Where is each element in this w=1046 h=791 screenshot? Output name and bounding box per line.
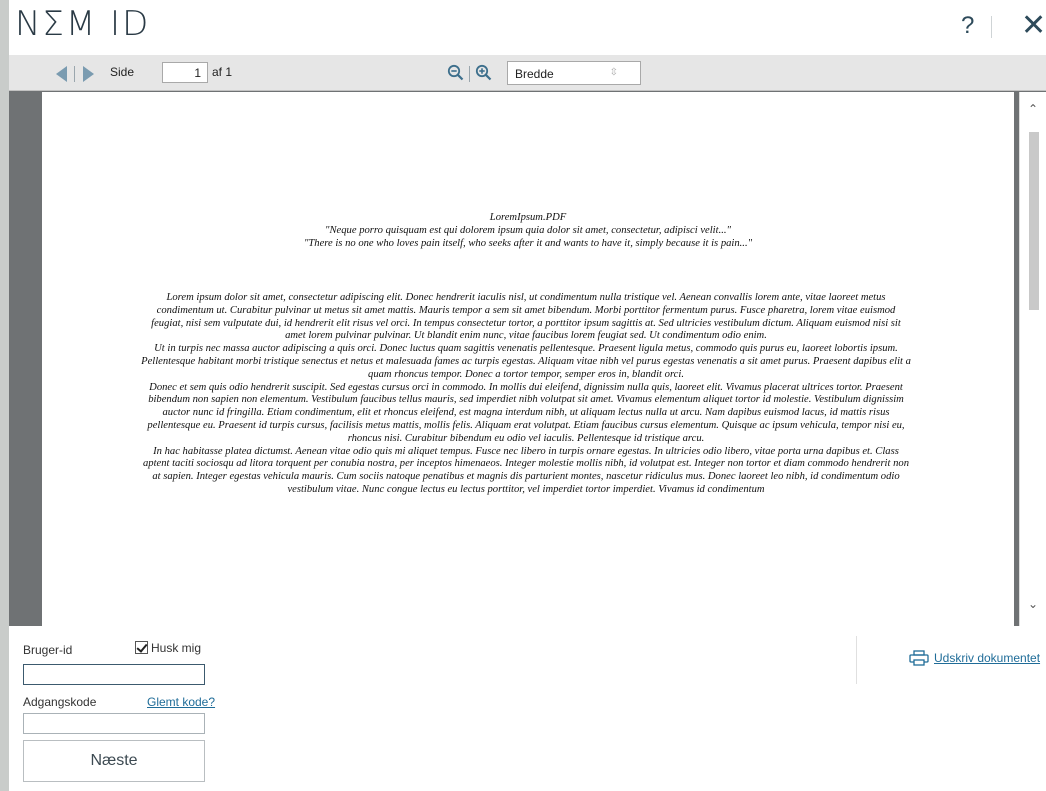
header: NΣM ID ? ✕ <box>9 0 1046 50</box>
next-page-icon[interactable] <box>83 66 94 82</box>
remember-me-checkbox[interactable]: Husk mig <box>135 641 201 655</box>
login-panel: Bruger-id Husk mig Adgangskode Glemt kod… <box>9 626 1046 791</box>
select-caret-icon: ⇳ <box>609 67 618 78</box>
password-label: Adgangskode <box>23 695 97 709</box>
viewer-toolbar: Side 1 af 1 Bredde ⇳ <box>9 55 1046 91</box>
scroll-up-icon[interactable]: ⌃ <box>1028 102 1038 116</box>
page-label: Side <box>110 65 135 79</box>
document-scrollbar[interactable]: ⌃ ⌄ <box>1019 92 1046 626</box>
scrollbar-thumb[interactable] <box>1029 132 1039 310</box>
pdf-page: LoremIpsum.PDF "Neque porro quisquam est… <box>42 92 1014 626</box>
checkbox-checked-icon[interactable] <box>135 641 148 654</box>
page-count-label: af 1 <box>212 65 233 79</box>
zoom-in-icon[interactable] <box>475 64 493 87</box>
print-document-label: Udskriv dokumentet <box>934 651 1041 665</box>
header-divider <box>991 16 992 38</box>
next-button[interactable]: Næste <box>23 740 205 782</box>
document-paragraph: In hac habitasse platea dictumst. Aenean… <box>142 445 909 495</box>
password-input[interactable] <box>23 713 205 734</box>
document-paragraph: Ut in turpis nec massa auctor adipiscing… <box>141 343 911 380</box>
zoom-select[interactable]: Bredde ⇳ <box>507 61 641 85</box>
close-button[interactable]: ✕ <box>1021 8 1046 43</box>
remember-me-label: Husk mig <box>151 641 202 655</box>
zoom-divider <box>469 66 470 82</box>
pdf-viewer: Side 1 af 1 Bredde ⇳ LoremIpsum.PDF "Neq… <box>9 55 1046 626</box>
help-button[interactable]: ? <box>961 12 974 40</box>
document-quote-latin: "Neque porro quisquam est qui dolorem ip… <box>325 224 731 236</box>
print-document-link[interactable]: Udskriv dokumentet <box>909 650 1040 666</box>
user-id-input[interactable] <box>23 664 205 685</box>
document-paragraph: Lorem ipsum dolor sit amet, consectetur … <box>151 292 901 342</box>
scroll-down-icon[interactable]: ⌄ <box>1028 597 1038 611</box>
document-quote-english: "There is no one who loves pain itself, … <box>303 237 753 249</box>
document-paragraph: Donec et sem quis odio hendrerit suscipi… <box>147 381 905 444</box>
nemid-logo: NΣM ID <box>15 4 151 44</box>
document-header: LoremIpsum.PDF "Neque porro quisquam est… <box>42 212 1014 250</box>
panel-divider <box>856 636 857 684</box>
document-body: Lorem ipsum dolor sit amet, consectetur … <box>140 292 912 497</box>
zoom-out-icon[interactable] <box>447 64 465 87</box>
page-number-input[interactable]: 1 <box>162 62 208 83</box>
user-id-label: Bruger-id <box>23 643 73 657</box>
nav-divider <box>74 66 75 82</box>
previous-page-icon[interactable] <box>56 66 67 82</box>
zoom-select-value: Bredde <box>515 67 554 81</box>
forgot-password-link[interactable]: Glemt kode? <box>147 695 215 709</box>
printer-icon <box>909 650 929 666</box>
document-filename: LoremIpsum.PDF <box>489 212 567 223</box>
